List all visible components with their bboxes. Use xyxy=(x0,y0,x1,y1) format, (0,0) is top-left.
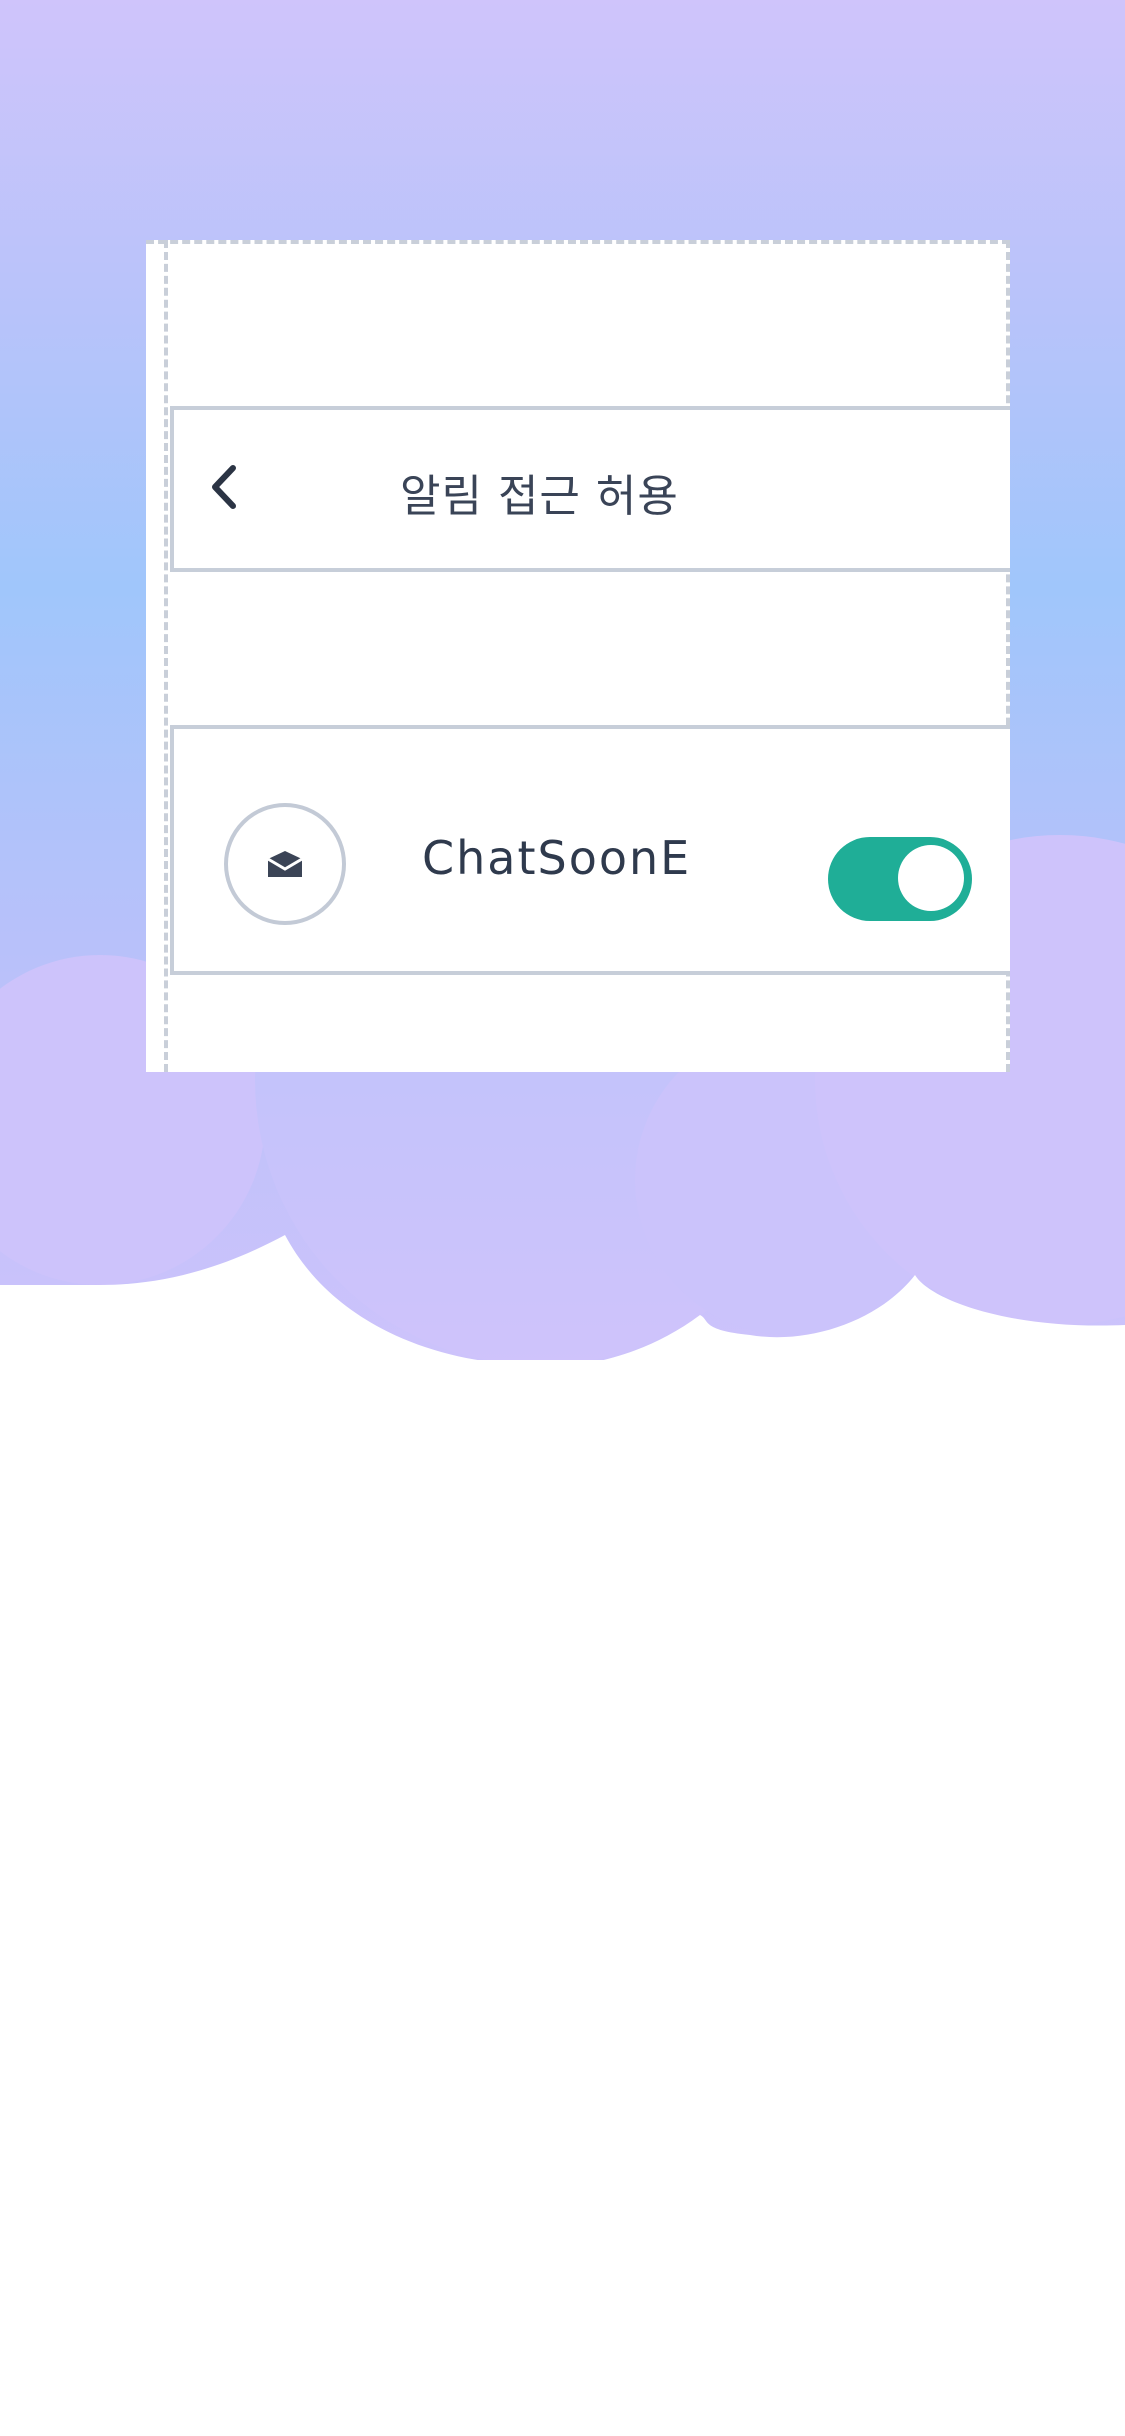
chevron-left-icon xyxy=(212,465,236,509)
settings-screenshot-card: 알림 접근 허용 ChatSoonE xyxy=(146,240,1010,1072)
notification-access-toggle[interactable] xyxy=(828,837,972,921)
back-button[interactable] xyxy=(202,458,246,516)
app-list-item: ChatSoonE xyxy=(170,725,1010,975)
dashed-border-top xyxy=(146,240,1010,244)
envelope-icon xyxy=(267,851,303,877)
app-name-label: ChatSoonE xyxy=(422,831,692,885)
header-bar: 알림 접근 허용 xyxy=(170,406,1010,572)
app-icon xyxy=(224,803,346,925)
toggle-knob xyxy=(898,845,964,911)
dashed-border-left xyxy=(164,240,168,1072)
page-title: 알림 접근 허용 xyxy=(400,471,679,522)
